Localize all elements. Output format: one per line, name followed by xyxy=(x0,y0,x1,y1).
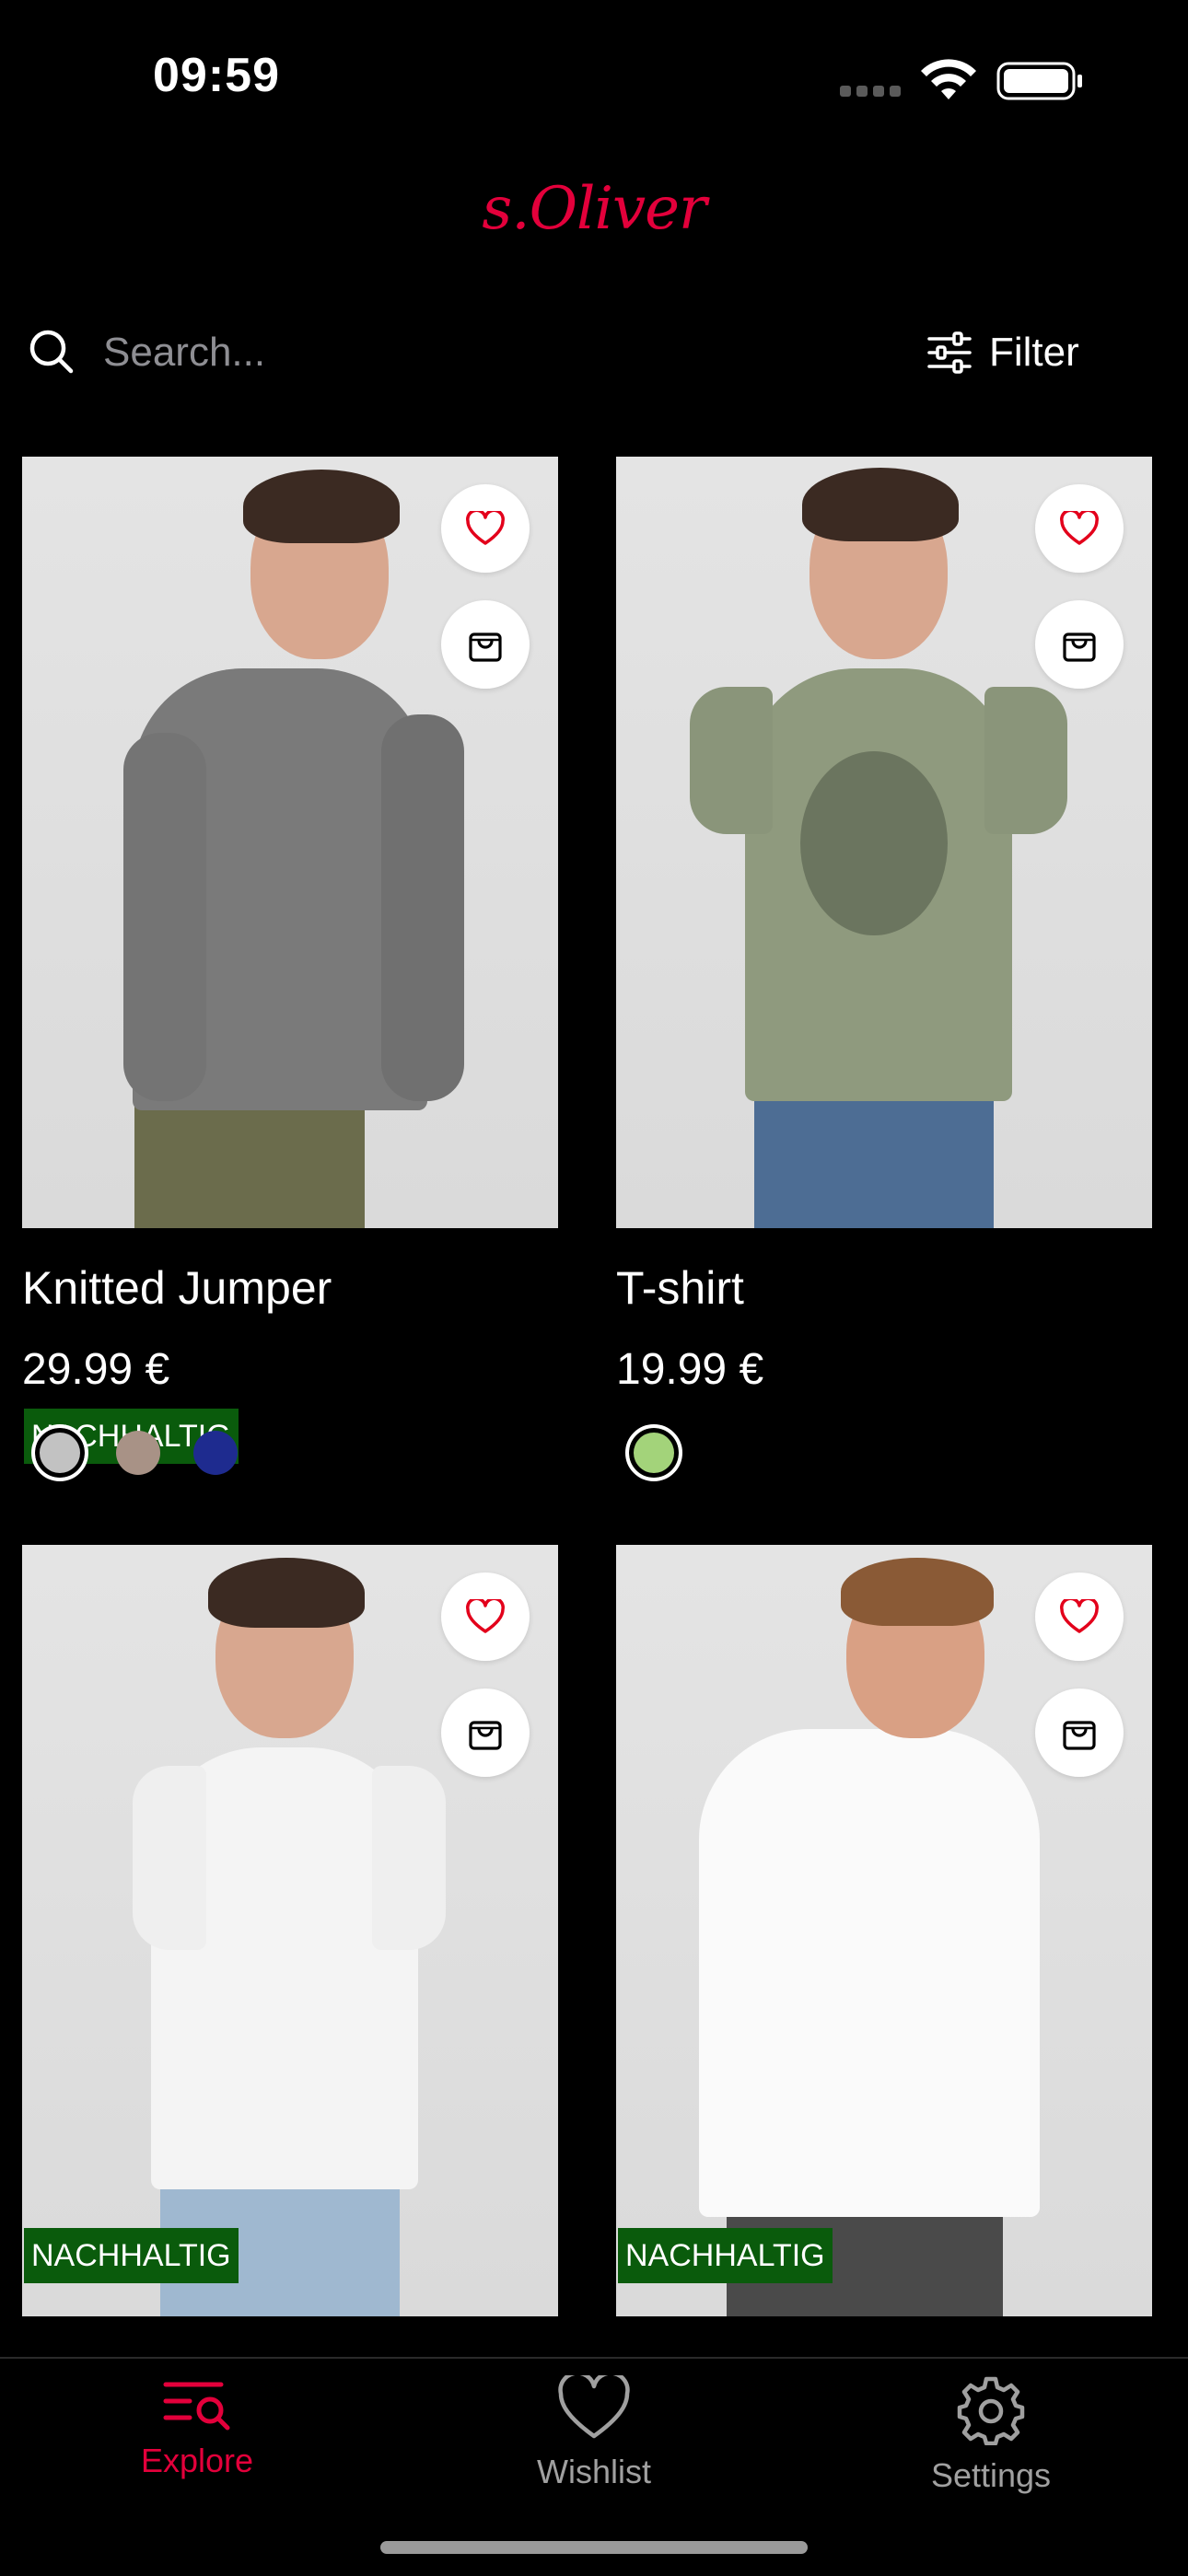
search-input[interactable] xyxy=(103,324,803,381)
shopping-bag-icon xyxy=(469,632,502,662)
product-image[interactable] xyxy=(22,457,558,1228)
home-indicator[interactable] xyxy=(380,2541,808,2554)
wishlist-heart-button[interactable] xyxy=(441,484,530,573)
product-name[interactable]: T-shirt xyxy=(616,1261,744,1315)
add-to-bag-button[interactable] xyxy=(1035,1688,1124,1777)
add-to-bag-button[interactable] xyxy=(1035,600,1124,689)
search-icon xyxy=(29,330,74,374)
product-image[interactable] xyxy=(616,457,1152,1228)
wishlist-heart-button[interactable] xyxy=(1035,484,1124,573)
product-card[interactable]: NACHHALTIG xyxy=(616,1545,1152,2316)
wishlist-heart-button[interactable] xyxy=(1035,1572,1124,1661)
add-to-bag-button[interactable] xyxy=(441,600,530,689)
shopping-bag-icon xyxy=(469,1721,502,1750)
tab-settings-label: Settings xyxy=(930,2456,1052,2494)
sustainability-badge: NACHHALTIG xyxy=(24,2228,239,2283)
product-card[interactable]: NACHHALTIG Knitted Jumper 29.99 € xyxy=(22,457,558,1497)
shopping-bag-icon xyxy=(1063,1721,1096,1750)
explore-search-icon xyxy=(163,2382,230,2431)
product-price: 19.99 € xyxy=(616,1345,764,1394)
battery-icon xyxy=(996,62,1082,100)
tab-wishlist-label: Wishlist xyxy=(537,2453,651,2490)
wishlist-heart-button[interactable] xyxy=(441,1572,530,1661)
color-swatches xyxy=(620,1424,710,1481)
color-swatch-selected[interactable] xyxy=(625,1424,682,1481)
wifi-icon xyxy=(921,59,976,99)
color-swatch-selected[interactable] xyxy=(31,1424,88,1481)
heart-icon xyxy=(466,511,505,545)
product-name[interactable]: Knitted Jumper xyxy=(22,1261,332,1315)
tab-wishlist[interactable]: Wishlist xyxy=(456,2375,732,2491)
shopping-bag-icon xyxy=(1063,632,1096,662)
color-swatches xyxy=(26,1424,271,1481)
tab-explore[interactable]: Explore xyxy=(59,2375,335,2480)
sliders-icon xyxy=(927,331,972,374)
product-card[interactable]: T-shirt 19.99 € xyxy=(616,457,1152,1497)
product-image[interactable] xyxy=(616,1545,1152,2316)
color-swatch[interactable] xyxy=(116,1431,160,1475)
product-price: 29.99 € xyxy=(22,1345,170,1394)
product-card[interactable]: NACHHALTIG xyxy=(22,1545,558,2316)
product-image[interactable] xyxy=(22,1545,558,2316)
cellular-signal-icon xyxy=(840,85,906,101)
heart-icon xyxy=(466,1599,505,1633)
status-time: 09:59 xyxy=(153,49,280,102)
gear-icon xyxy=(957,2376,1025,2445)
sustainability-badge: NACHHALTIG xyxy=(618,2228,833,2283)
filter-label: Filter xyxy=(989,330,1079,375)
brand-logo: s.Oliver xyxy=(482,175,706,243)
heart-icon xyxy=(1060,511,1099,545)
add-to-bag-button[interactable] xyxy=(441,1688,530,1777)
color-swatch[interactable] xyxy=(193,1431,238,1475)
heart-icon xyxy=(558,2375,630,2439)
filter-button[interactable]: Filter xyxy=(926,324,1079,381)
heart-icon xyxy=(1060,1599,1099,1633)
tab-explore-label: Explore xyxy=(140,2442,254,2479)
tab-settings[interactable]: Settings xyxy=(853,2375,1129,2495)
